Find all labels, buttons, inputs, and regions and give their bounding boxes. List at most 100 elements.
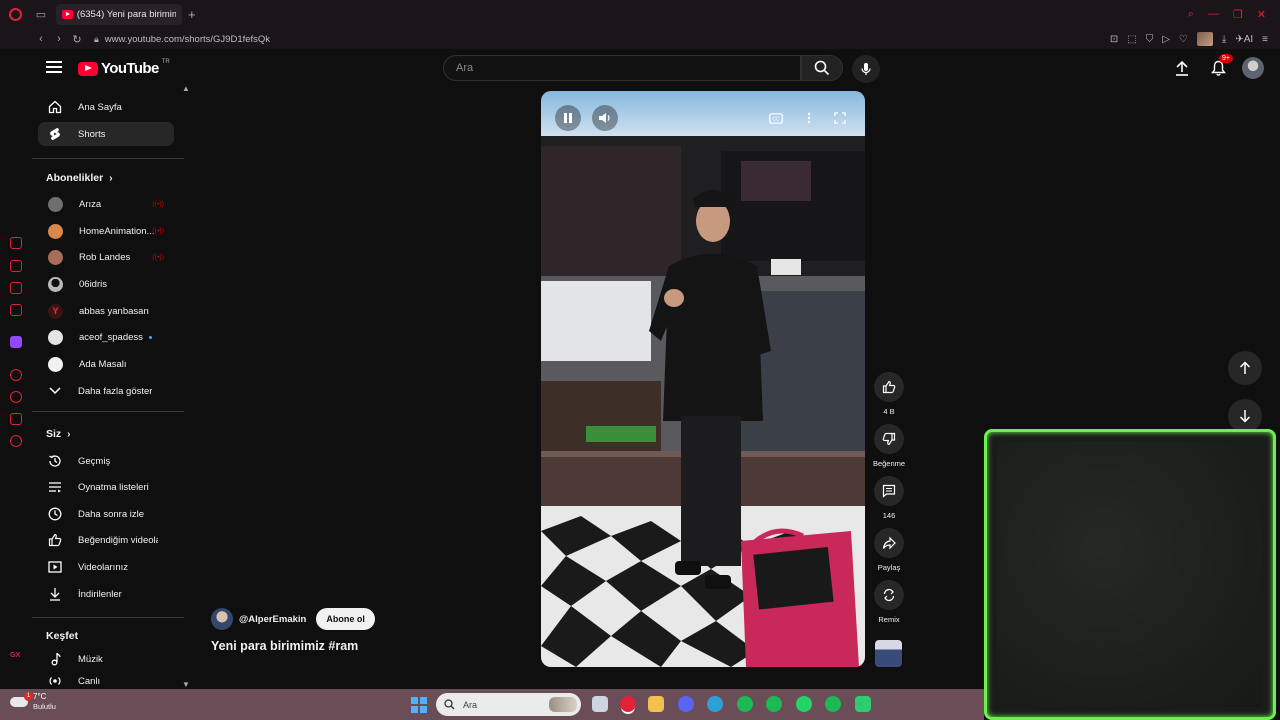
sidebar-subscription[interactable]: Rob Landes ((•)) [38, 245, 174, 269]
fullscreen-button[interactable] [827, 105, 853, 131]
sidebar-item-home[interactable]: Ana Sayfa [38, 95, 174, 119]
twitch-icon[interactable] [10, 336, 22, 348]
history-side-icon[interactable] [10, 391, 22, 403]
opera-logo-icon[interactable] [0, 0, 30, 29]
shield-icon[interactable]: ⛉ [1146, 34, 1154, 45]
url-field[interactable]: www.youtube.com/shorts/GJ9D1fefsQk [105, 34, 270, 45]
settings-icon[interactable] [10, 435, 22, 447]
sidebar-subscription[interactable]: 06idris [38, 272, 174, 296]
sidebar-item-music[interactable]: Müzik [38, 647, 174, 671]
show-more-button[interactable]: Daha fazla göster [38, 379, 174, 403]
taskbar-search[interactable]: Ara [436, 693, 581, 716]
sidebar-item-downloads[interactable]: İndirilenler [38, 582, 174, 606]
spotify-3-icon[interactable] [825, 696, 841, 712]
tab-menu-icon[interactable]: ▭ [30, 0, 52, 29]
sound-thumbnail[interactable] [875, 640, 902, 667]
short-title[interactable]: Yeni para birimimiz #ram [211, 639, 358, 653]
channel-avatar[interactable] [211, 608, 233, 630]
sidebar-item-history[interactable]: Geçmiş [38, 449, 174, 473]
profile-avatar[interactable] [1196, 32, 1213, 46]
sidebar-divider [32, 411, 184, 412]
scroll-down-icon[interactable]: ▼ [182, 680, 190, 689]
minimize-icon[interactable]: — [1208, 8, 1219, 21]
player-icon[interactable]: ▷ [1162, 34, 1170, 45]
more-options-button[interactable] [796, 105, 822, 131]
browser-tab[interactable]: (6354) Yeni para birimimiz [56, 4, 182, 25]
bookmark-icon[interactable]: ⊡ [1110, 34, 1118, 45]
windows-start-icon[interactable] [411, 697, 427, 713]
sidebar-subscription[interactable]: Y abbas yanbasan [38, 299, 174, 323]
restore-icon[interactable]: ❐ [1233, 8, 1243, 21]
menu-icon[interactable]: ≡ [1262, 34, 1268, 45]
hamburger-menu-icon[interactable] [46, 61, 62, 75]
sidebar-subscription[interactable]: aceof_spadess [38, 325, 174, 349]
sidebar-item-live[interactable]: Canlı [38, 673, 174, 689]
sidebar-subscription[interactable]: Arıza ((•)) [38, 192, 174, 216]
svg-text:CC: CC [772, 116, 780, 122]
search-tabs-icon[interactable]: ⌕ [1188, 8, 1194, 21]
file-explorer-icon[interactable] [648, 696, 664, 712]
weather-condition: Bulutlu [33, 702, 56, 711]
app-icon[interactable] [855, 696, 871, 712]
subscribe-button[interactable]: Abone ol [316, 608, 375, 630]
subscriptions-heading[interactable]: Abonelikler › [46, 172, 113, 184]
scroll-up-icon[interactable]: ▲ [182, 84, 190, 93]
sidebar-subscription[interactable]: HomeAnimation... ((•)) [38, 219, 174, 243]
sidebar-item-label: Canlı [78, 675, 101, 687]
subscription-label: Rob Landes [79, 251, 131, 263]
opera-gx-taskbar-icon[interactable] [620, 696, 636, 712]
back-icon[interactable]: ‹ [32, 33, 50, 45]
aria-ai-button[interactable]: ✈AI [1235, 34, 1253, 45]
sidebar-item-shorts[interactable]: Shorts [38, 122, 174, 146]
whatsapp-icon[interactable] [796, 696, 812, 712]
upload-button[interactable] [1170, 56, 1194, 80]
dislike-button[interactable]: Beğenme [870, 424, 908, 468]
download-icon[interactable]: ⤓ [1222, 34, 1226, 45]
captions-button[interactable]: CC [763, 105, 789, 131]
sidebar-subscription[interactable]: Ada Masalı [38, 352, 174, 376]
channel-name[interactable]: @AlperEmakin [239, 614, 306, 625]
search-button[interactable] [801, 55, 843, 81]
new-tab-icon[interactable]: + [188, 7, 196, 22]
next-short-button[interactable] [1228, 399, 1262, 433]
like-icon [48, 533, 62, 547]
sidebar-item-your-videos[interactable]: Videolarınız [38, 555, 174, 579]
volume-button[interactable] [592, 105, 618, 131]
remix-button[interactable]: Remix [870, 580, 908, 624]
alert-badge: 1 [24, 692, 33, 701]
close-icon[interactable]: ✕ [1257, 8, 1266, 21]
spotify-taskbar-icon[interactable] [737, 696, 753, 712]
gx-control-icon[interactable] [10, 260, 22, 272]
weather-widget[interactable]: 1 7°C Bulutlu [10, 692, 56, 712]
sidebar-item-liked-videos[interactable]: Beğendiğim videolar [38, 528, 174, 552]
sidebar-item-playlists[interactable]: Oynatma listeleri [38, 475, 174, 499]
account-avatar[interactable] [1242, 57, 1264, 79]
shorts-player[interactable]: CC [541, 91, 865, 667]
notifications-button[interactable]: 9+ [1206, 54, 1233, 80]
spotify-2-icon[interactable] [766, 696, 782, 712]
discord-icon[interactable] [678, 696, 694, 712]
edge-icon[interactable] [707, 696, 723, 712]
you-heading[interactable]: Siz › [46, 428, 71, 440]
subscription-label: aceof_spadess [79, 331, 143, 343]
snapshot-icon[interactable]: ⬚ [1127, 34, 1136, 45]
search-input[interactable] [444, 56, 800, 80]
speed-dial-icon[interactable] [10, 237, 22, 249]
heart-icon[interactable]: ♡ [1179, 34, 1188, 45]
extensions-icon[interactable] [10, 413, 22, 425]
forward-icon[interactable]: › [50, 33, 68, 45]
task-view-icon[interactable] [592, 696, 608, 712]
voice-search-button[interactable] [852, 55, 880, 83]
youtube-logo[interactable]: YouTube TR [78, 59, 170, 77]
spotify-icon[interactable] [10, 369, 22, 381]
show-more-label: Daha fazla göster [78, 385, 153, 397]
news-icon[interactable] [10, 304, 22, 316]
gx-corner-icon[interactable] [10, 282, 22, 294]
sidebar-item-watch-later[interactable]: Daha sonra izle [38, 502, 174, 526]
reload-icon[interactable]: ↻ [68, 33, 86, 46]
comments-button[interactable]: 146 [870, 476, 908, 520]
like-button[interactable]: 4 B [870, 372, 908, 416]
pause-button[interactable] [555, 105, 581, 131]
share-button[interactable]: Paylaş [870, 528, 908, 572]
previous-short-button[interactable] [1228, 351, 1262, 385]
